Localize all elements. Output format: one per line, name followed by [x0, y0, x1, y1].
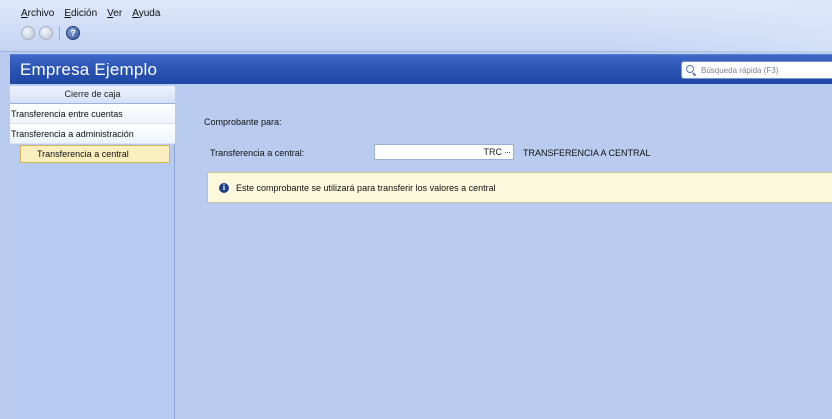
info-text: Este comprobante se utilizará para trans… — [236, 183, 496, 193]
comprobante-description: TRANSFERENCIA A CENTRAL — [523, 148, 651, 158]
quick-search-box[interactable] — [681, 61, 832, 79]
app-title: Empresa Ejemplo — [20, 60, 158, 79]
sidebar: Cierre de caja Transferencia entre cuent… — [10, 86, 175, 419]
toolbar: ? — [21, 26, 80, 40]
menu-ayuda[interactable]: Ayuda — [132, 8, 160, 19]
info-box: i Este comprobante se utilizará para tra… — [207, 172, 832, 203]
info-icon: i — [219, 183, 229, 193]
help-icon[interactable]: ? — [66, 26, 80, 40]
sidebar-header: Cierre de caja — [10, 86, 175, 104]
toolbar-separator — [59, 26, 60, 40]
forward-icon[interactable] — [39, 26, 53, 40]
sidebar-item-transferencia-a-central[interactable]: Transferencia a central — [20, 145, 170, 163]
menu-edicion[interactable]: Edición — [64, 8, 97, 19]
app-chrome: Archivo Edición Ver Ayuda ? — [0, 0, 832, 52]
menu-ver[interactable]: Ver — [107, 8, 122, 19]
comprobante-field[interactable]: ··· — [374, 144, 514, 160]
title-bar: Empresa Ejemplo — [10, 54, 832, 84]
menu-archivo[interactable]: Archivo — [21, 8, 54, 19]
menu-bar: Archivo Edición Ver Ayuda — [21, 8, 160, 19]
main-panel: Comprobante para: Transferencia a centra… — [176, 86, 832, 419]
back-icon[interactable] — [21, 26, 35, 40]
quick-search-input[interactable] — [701, 65, 831, 75]
section-label: Comprobante para: — [204, 117, 282, 127]
search-icon — [686, 64, 697, 76]
chrome-decoration — [610, 0, 832, 52]
help-glyph: ? — [70, 28, 76, 38]
sidebar-item-transferencia-a-administracion[interactable]: Transferencia a administración — [10, 124, 175, 144]
sidebar-item-transferencia-entre-cuentas[interactable]: Transferencia entre cuentas — [10, 104, 175, 124]
ellipsis-button[interactable]: ··· — [504, 147, 511, 157]
comprobante-input[interactable] — [394, 147, 502, 157]
field-label: Transferencia a central: — [210, 148, 305, 158]
